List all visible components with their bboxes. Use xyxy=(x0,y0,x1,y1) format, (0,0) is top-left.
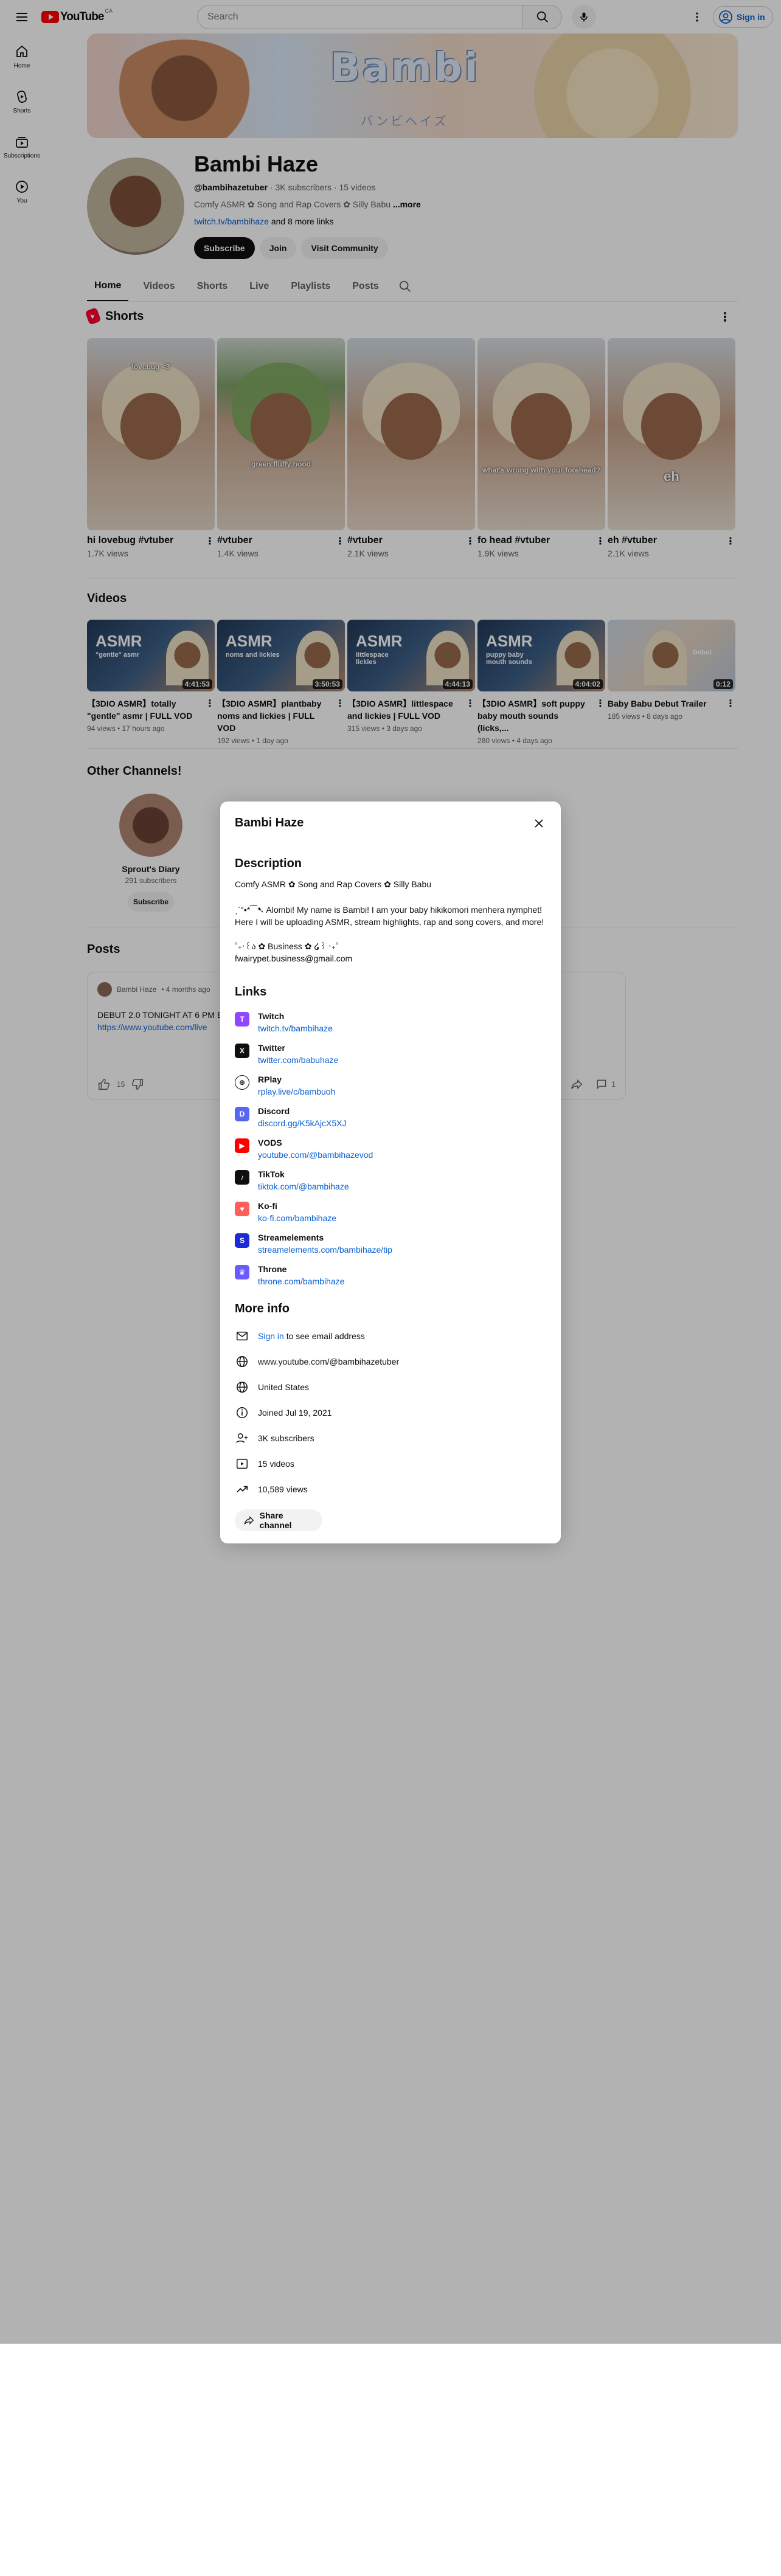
link-url[interactable]: streamelements.com/bambihaze/tip xyxy=(258,1245,392,1255)
link-text: Ko-fi ko-fi.com/bambihaze xyxy=(258,1200,336,1224)
kofi-icon: ♥ xyxy=(235,1202,249,1216)
description-line-5: fwairypet.business@gmail.com xyxy=(235,954,353,963)
video-icon xyxy=(235,1456,249,1471)
youtube-icon: ▶ xyxy=(235,1138,249,1153)
country-text: United States xyxy=(258,1382,310,1392)
link-row[interactable]: S Streamelements streamelements.com/bambih… xyxy=(235,1231,546,1256)
link-name: Twitter xyxy=(258,1043,285,1053)
trending-icon xyxy=(235,1482,249,1497)
info-email: Sign in to see email address xyxy=(235,1323,546,1349)
link-url[interactable]: twitter.com/babuhaze xyxy=(258,1055,338,1065)
link-url[interactable]: throne.com/bambihaze xyxy=(258,1276,344,1286)
close-icon xyxy=(535,819,543,828)
link-name: Streamelements xyxy=(258,1233,324,1242)
info-url: www.youtube.com/@bambihazetuber xyxy=(235,1349,546,1374)
link-row[interactable]: ⊕ RPlay rplay.live/c/bambuoh xyxy=(235,1073,546,1098)
throne-icon: ♛ xyxy=(235,1265,249,1279)
subscribers-text: 3K subscribers xyxy=(258,1433,314,1443)
link-row[interactable]: ▶ VODS youtube.com/@bambihazevod xyxy=(235,1137,546,1161)
link-url[interactable]: discord.gg/K5kAjcX5XJ xyxy=(258,1118,347,1128)
link-row[interactable]: D Discord discord.gg/K5kAjcX5XJ xyxy=(235,1105,546,1129)
link-name: Throne xyxy=(258,1264,287,1274)
info-views: 10,589 views xyxy=(235,1477,546,1502)
dialog-title: Bambi Haze xyxy=(235,816,304,829)
link-text: Twitter twitter.com/babuhaze xyxy=(258,1042,338,1066)
links-list: T Twitch twitch.tv/bambihaze X Twitter twitte… xyxy=(235,1010,546,1287)
links-heading: Links xyxy=(235,985,267,999)
link-url[interactable]: youtube.com/@bambihazevod xyxy=(258,1150,373,1160)
link-row[interactable]: ♛ Throne throne.com/bambihaze xyxy=(235,1263,546,1287)
link-name: Ko-fi xyxy=(258,1201,277,1211)
description-line-3: Here I will be uploading ASMR, stream hi… xyxy=(235,917,544,927)
close-button[interactable] xyxy=(528,812,550,834)
link-text: Discord discord.gg/K5kAjcX5XJ xyxy=(258,1105,347,1129)
x-icon: X xyxy=(235,1044,249,1058)
link-name: VODS xyxy=(258,1138,282,1148)
about-dialog: Bambi Haze Description Comfy ASMR ✿ Song… xyxy=(220,802,561,1543)
link-text: RPlay rplay.live/c/bambuoh xyxy=(258,1073,335,1098)
email-rest: to see email address xyxy=(283,1331,365,1341)
link-text: VODS youtube.com/@bambihazevod xyxy=(258,1137,373,1161)
views-text: 10,589 views xyxy=(258,1484,308,1494)
link-text: Streamelements streamelements.com/bambiha… xyxy=(258,1231,392,1256)
twitch-icon: T xyxy=(235,1012,249,1027)
sign-in-link[interactable]: Sign in xyxy=(258,1331,284,1341)
streamelements-icon: S xyxy=(235,1233,249,1248)
description-line-2: ˏˋ°•*⁀➷ Alombi! My name is Bambi! I am y… xyxy=(235,905,542,915)
link-name: Twitch xyxy=(258,1011,285,1021)
share-channel-button[interactable]: Share channel xyxy=(235,1509,322,1531)
info-country: United States xyxy=(235,1374,546,1400)
description-line-1: Comfy ASMR ✿ Song and Rap Covers ✿ Silly… xyxy=(235,879,432,889)
link-url[interactable]: twitch.tv/bambihaze xyxy=(258,1023,333,1033)
link-row[interactable]: ♥ Ko-fi ko-fi.com/bambihaze xyxy=(235,1200,546,1224)
link-name: RPlay xyxy=(258,1075,282,1084)
mail-icon xyxy=(235,1329,249,1343)
link-url[interactable]: ko-fi.com/bambihaze xyxy=(258,1213,336,1223)
globe-icon xyxy=(235,1380,249,1394)
tiktok-icon: ♪ xyxy=(235,1170,249,1185)
link-text: Throne throne.com/bambihaze xyxy=(258,1263,344,1287)
videos-text: 15 videos xyxy=(258,1459,294,1469)
link-name: Discord xyxy=(258,1106,290,1116)
globe-icon: ⊕ xyxy=(235,1075,249,1090)
person-icon xyxy=(235,1431,249,1446)
link-row[interactable]: T Twitch twitch.tv/bambihaze xyxy=(235,1010,546,1034)
link-text: TikTok tiktok.com/@bambihaze xyxy=(258,1168,349,1193)
link-row[interactable]: ♪ TikTok tiktok.com/@bambihaze xyxy=(235,1168,546,1193)
joined-text: Joined Jul 19, 2021 xyxy=(258,1408,332,1418)
info-joined: Joined Jul 19, 2021 xyxy=(235,1400,546,1425)
channel-url[interactable]: www.youtube.com/@bambihazetuber xyxy=(258,1357,399,1366)
info-subscribers: 3K subscribers xyxy=(235,1425,546,1451)
description-line-4: ˚₊‧꒰ა ✿ Business ✿ ໒꒱ ‧₊˚ xyxy=(235,941,339,951)
globe-icon xyxy=(235,1354,249,1369)
info-icon xyxy=(235,1405,249,1420)
email-text: Sign in to see email address xyxy=(258,1331,365,1341)
link-url[interactable]: tiktok.com/@bambihaze xyxy=(258,1182,349,1191)
discord-icon: D xyxy=(235,1107,249,1121)
link-row[interactable]: X Twitter twitter.com/babuhaze xyxy=(235,1042,546,1066)
share-label: Share channel xyxy=(259,1511,292,1530)
description-heading: Description xyxy=(235,857,302,870)
link-url[interactable]: rplay.live/c/bambuoh xyxy=(258,1087,335,1096)
info-videos: 15 videos xyxy=(235,1451,546,1477)
more-info-heading: More info xyxy=(235,1302,290,1315)
share-icon xyxy=(244,1516,254,1525)
link-name: TikTok xyxy=(258,1169,285,1179)
link-text: Twitch twitch.tv/bambihaze xyxy=(258,1010,333,1034)
